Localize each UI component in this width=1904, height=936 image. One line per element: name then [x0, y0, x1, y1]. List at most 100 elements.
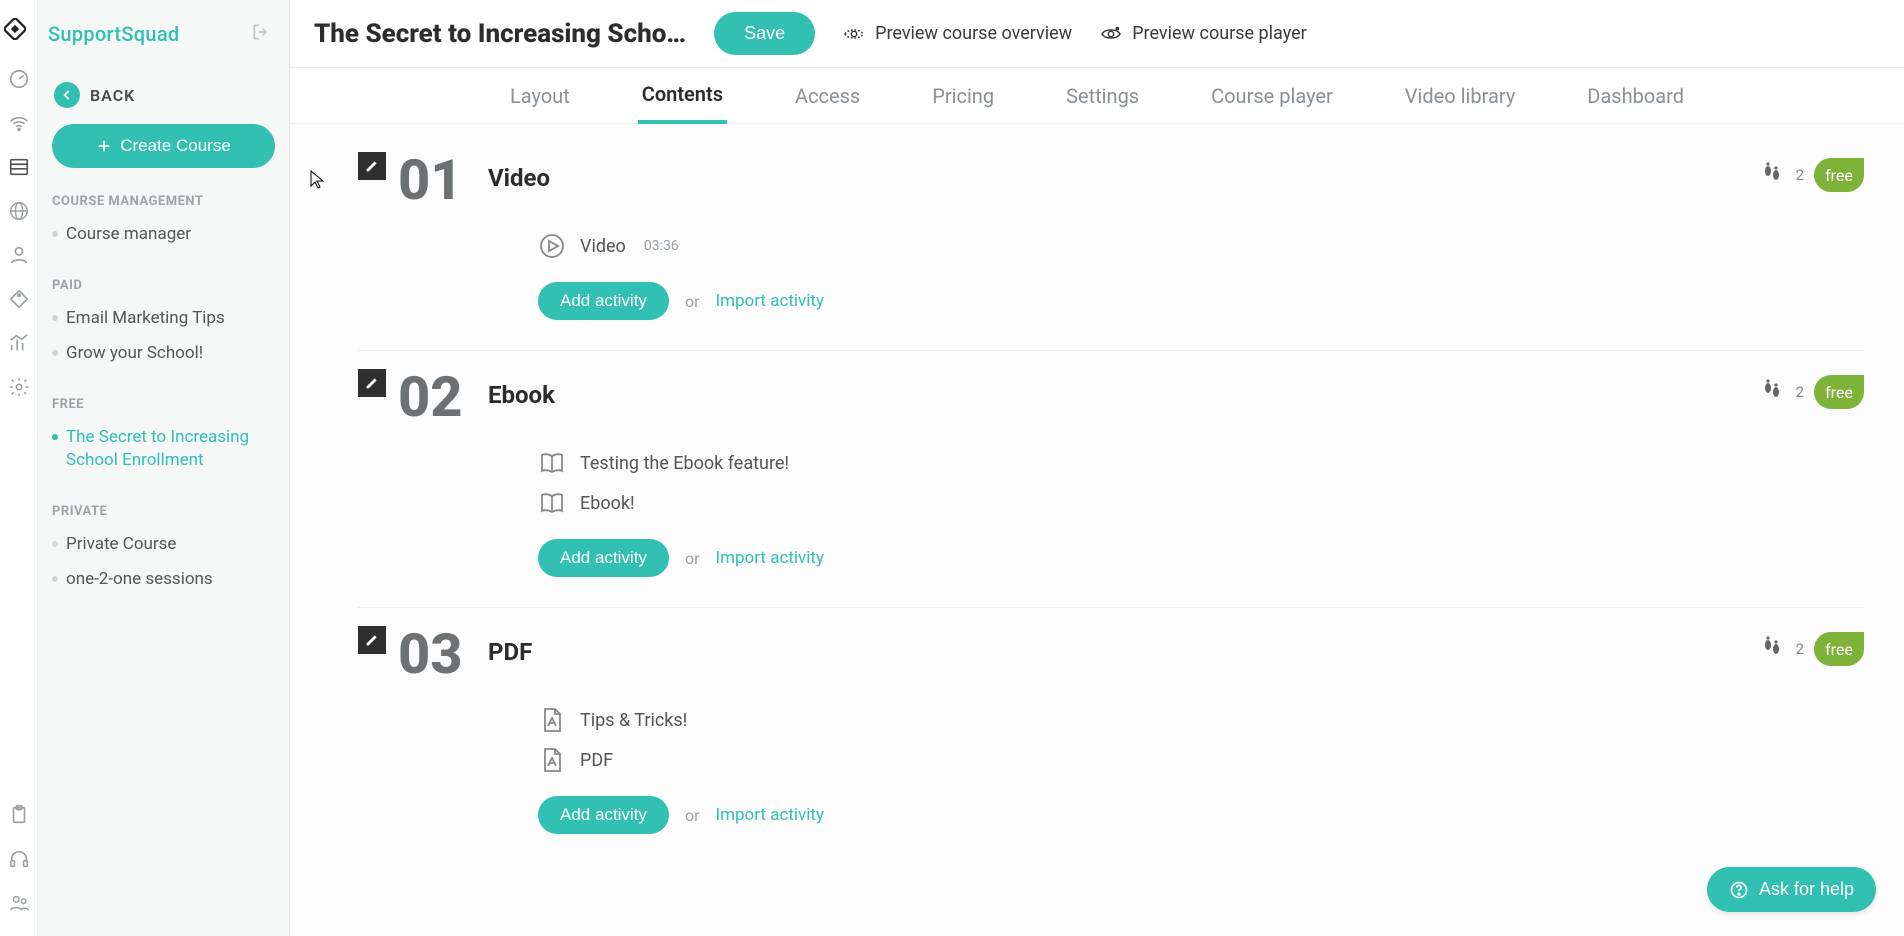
bullet-icon — [52, 231, 58, 237]
activity-label: Testing the Ebook feature! — [580, 453, 789, 474]
pencil-icon — [364, 375, 380, 391]
sidebar-item-label: Email Marketing Tips — [66, 307, 225, 330]
add-activity-button[interactable]: Add activity — [538, 282, 669, 320]
section-count: 2 — [1796, 640, 1804, 658]
headset-icon[interactable] — [6, 846, 32, 872]
activity-row[interactable]: Ebook! — [538, 489, 1864, 517]
course-tabs: Layout Contents Access Pricing Settings Cours… — [290, 68, 1904, 124]
user-icon[interactable] — [6, 242, 32, 268]
sidebar-item[interactable]: Private Course — [52, 527, 275, 562]
sidebar-item-label: Grow your School! — [66, 342, 203, 365]
back-button[interactable]: BACK — [52, 64, 275, 124]
preview-overview-link[interactable]: Preview course overview — [843, 23, 1072, 44]
section-title: Video — [488, 164, 550, 192]
edit-section-button[interactable] — [358, 152, 386, 180]
course-section: 03PDF2freeTips & Tricks!PDFAdd activityo… — [358, 607, 1864, 864]
bullet-icon — [52, 541, 58, 547]
sidebar-item-label: one-2-one sessions — [66, 568, 213, 591]
sidebar-item[interactable]: Grow your School! — [52, 336, 275, 371]
exit-icon[interactable] — [251, 22, 271, 46]
bullet-icon — [52, 315, 58, 321]
pencil-icon — [364, 158, 380, 174]
edit-section-button[interactable] — [358, 626, 386, 654]
help-icon — [1729, 880, 1749, 900]
play-icon — [538, 232, 566, 260]
save-button[interactable]: Save — [714, 12, 815, 55]
bullet-icon — [52, 350, 58, 356]
tag-icon[interactable] — [6, 286, 32, 312]
sidebar-item[interactable]: Course manager — [52, 217, 275, 252]
globe-icon[interactable] — [6, 198, 32, 224]
course-section: 01Video2freeVideo03:36Add activityorImpo… — [358, 152, 1864, 350]
people-icon[interactable] — [6, 890, 32, 916]
edit-section-button[interactable] — [358, 369, 386, 397]
activity-row[interactable]: Testing the Ebook feature! — [538, 449, 1864, 477]
activity-duration: 03:36 — [644, 238, 679, 254]
sidebar-item-label: Private Course — [66, 533, 176, 556]
create-course-label: Create Course — [120, 136, 231, 156]
plus-icon — [96, 138, 112, 154]
analytics-icon[interactable] — [6, 330, 32, 356]
course-section: 02Ebook2freeTesting the Ebook feature!Eb… — [358, 350, 1864, 607]
import-activity-link[interactable]: Import activity — [715, 805, 824, 825]
activity-row[interactable]: Video 03:36 — [538, 232, 1864, 260]
sidebar-item[interactable]: one-2-one sessions — [52, 562, 275, 597]
activity-row[interactable]: PDF — [538, 746, 1864, 774]
section-title: Ebook — [488, 381, 555, 409]
bullet-icon — [52, 434, 58, 440]
clipboard-icon[interactable] — [6, 802, 32, 828]
import-activity-link[interactable]: Import activity — [715, 291, 824, 311]
bullet-icon — [52, 576, 58, 582]
add-activity-button[interactable]: Add activity — [538, 539, 669, 577]
section-count: 2 — [1796, 383, 1804, 401]
create-course-button[interactable]: Create Course — [52, 124, 275, 168]
preview-player-link[interactable]: Preview course player — [1100, 23, 1307, 44]
tab-course-player[interactable]: Course player — [1207, 70, 1337, 122]
activity-row[interactable]: Tips & Tricks! — [538, 706, 1864, 734]
brand-name[interactable]: SupportSquad — [48, 22, 179, 46]
wifi-icon[interactable] — [6, 110, 32, 136]
tab-settings[interactable]: Settings — [1062, 70, 1143, 122]
sidebar-section-heading: PRIVATE — [52, 504, 275, 519]
add-activity-button[interactable]: Add activity — [538, 796, 669, 834]
ebook-icon — [538, 489, 566, 517]
gear-icon[interactable] — [6, 374, 32, 400]
pdf-icon — [538, 706, 566, 734]
ask-for-help-button[interactable]: Ask for help — [1707, 867, 1876, 912]
section-title: PDF — [488, 638, 532, 666]
free-badge: free — [1814, 158, 1864, 192]
sidebar-item-label: The Secret to Increasing School Enrollme… — [66, 426, 275, 472]
sidebar-item[interactable]: The Secret to Increasing School Enrollme… — [52, 420, 275, 478]
activity-label: Ebook! — [580, 493, 635, 514]
tab-pricing[interactable]: Pricing — [928, 70, 998, 122]
steps-icon — [1758, 159, 1786, 191]
tab-contents[interactable]: Contents — [638, 68, 727, 124]
activity-label: Video — [580, 236, 626, 257]
app-logo — [4, 18, 34, 48]
section-number: 03 — [398, 626, 488, 682]
list-icon[interactable] — [6, 154, 32, 180]
or-text: or — [685, 806, 700, 825]
preview-player-icon — [1100, 25, 1122, 43]
sidebar-section-heading: FREE — [52, 397, 275, 412]
sidebar-section-heading: PAID — [52, 278, 275, 293]
course-title: The Secret to Increasing Scho… — [314, 19, 686, 49]
import-activity-link[interactable]: Import activity — [715, 548, 824, 568]
steps-icon — [1758, 633, 1786, 665]
back-arrow-icon — [54, 82, 80, 108]
or-text: or — [685, 292, 700, 311]
back-label: BACK — [90, 86, 135, 105]
pencil-icon — [364, 632, 380, 648]
sidebar-item[interactable]: Email Marketing Tips — [52, 301, 275, 336]
tab-access[interactable]: Access — [791, 70, 864, 122]
gauge-icon[interactable] — [6, 66, 32, 92]
or-text: or — [685, 549, 700, 568]
tab-layout[interactable]: Layout — [506, 70, 574, 122]
free-badge: free — [1814, 632, 1864, 666]
tab-video-library[interactable]: Video library — [1401, 70, 1520, 122]
tab-dashboard[interactable]: Dashboard — [1583, 70, 1688, 122]
pdf-icon — [538, 746, 566, 774]
section-count: 2 — [1796, 166, 1804, 184]
steps-icon — [1758, 376, 1786, 408]
section-number: 02 — [398, 369, 488, 425]
